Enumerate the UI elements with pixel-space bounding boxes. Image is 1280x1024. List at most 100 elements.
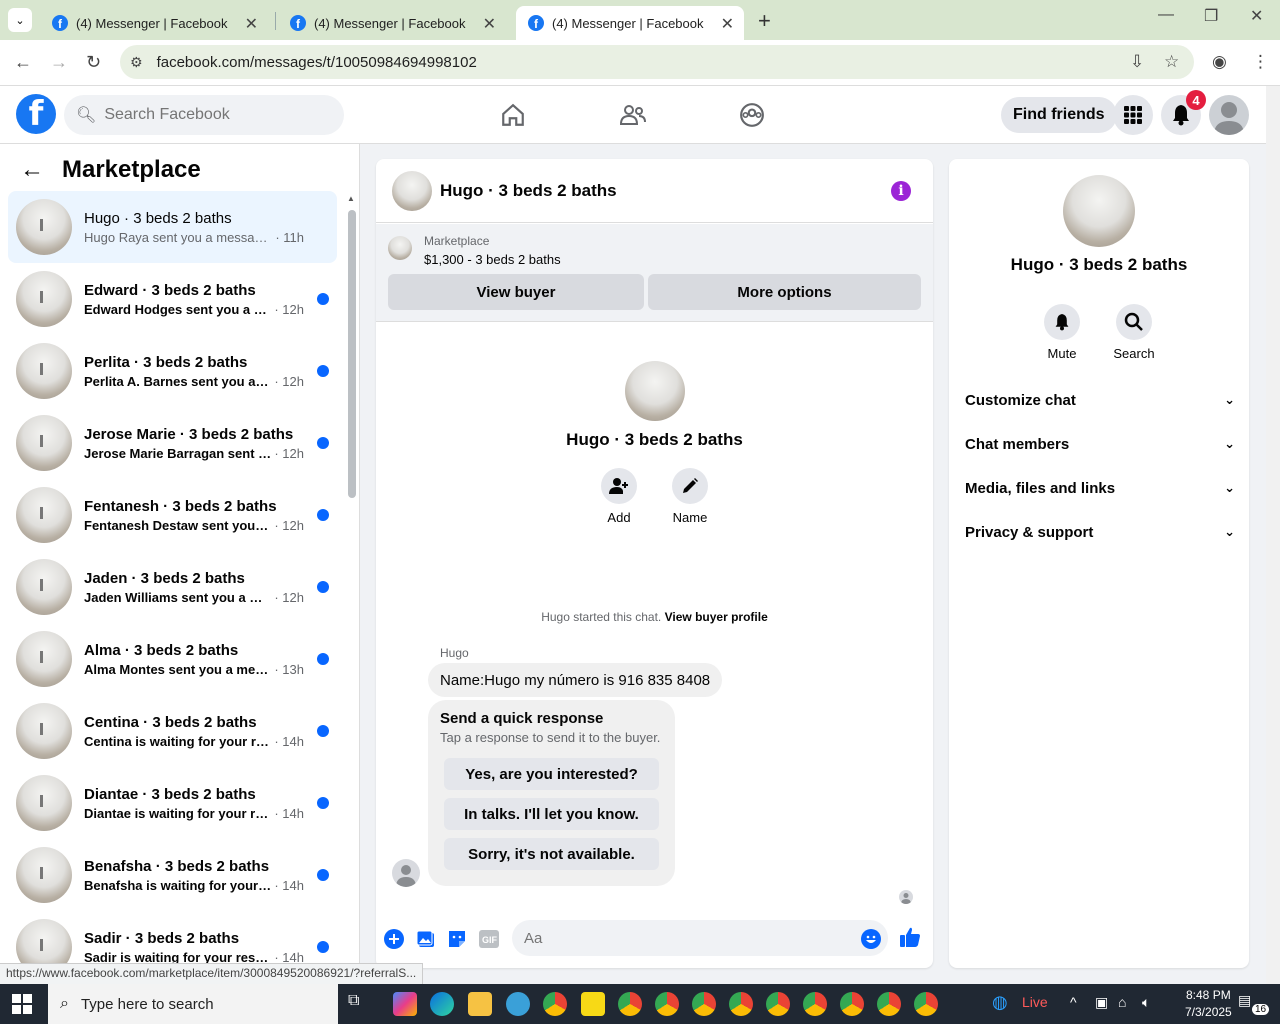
chrome-icon[interactable] — [803, 992, 827, 1016]
live-label[interactable]: Live — [1022, 994, 1048, 1010]
gif-icon[interactable]: GIF — [478, 928, 500, 950]
new-tab-icon[interactable]: + — [758, 8, 771, 34]
chat-members-section[interactable]: Chat members ⌄ — [965, 426, 1235, 462]
close-window-icon[interactable]: ✕ — [1250, 6, 1263, 26]
close-tab-icon[interactable]: ✕ — [483, 14, 496, 34]
home-icon[interactable] — [498, 100, 528, 130]
mute-button[interactable]: Mute — [1032, 304, 1092, 361]
search-input[interactable] — [104, 106, 325, 124]
customize-chat-section[interactable]: Customize chat ⌄ — [965, 382, 1235, 418]
listing-thumbnail[interactable] — [392, 170, 432, 211]
conversation-item[interactable]: Fentanesh · 3 beds 2 baths Fentanesh Dest… — [8, 479, 337, 551]
conversation-item[interactable]: Perlita · 3 beds 2 baths Perlita A. Barne… — [8, 335, 337, 407]
bookmark-star-icon[interactable]: ☆ — [1164, 52, 1179, 72]
plus-icon[interactable] — [383, 928, 405, 950]
app-icon[interactable] — [506, 992, 530, 1016]
browser-tab[interactable]: f (4) Messenger | Facebook ✕ — [278, 6, 506, 40]
search-button[interactable]: Search — [1104, 304, 1164, 361]
photo-icon[interactable] — [415, 928, 437, 950]
message-input[interactable] — [524, 929, 844, 947]
cricket-live-icon[interactable]: ◍ — [992, 992, 1008, 1013]
taskbar-search[interactable]: ⌕ Type here to search — [48, 984, 338, 1024]
list-scrollbar[interactable]: ▲ — [347, 194, 356, 980]
menu-grid-icon[interactable] — [1113, 95, 1153, 135]
quick-response-option[interactable]: Yes, are you interested? — [444, 758, 659, 790]
message-input-wrapper[interactable] — [512, 920, 888, 956]
tray-expand-icon[interactable]: ^ — [1070, 994, 1077, 1010]
chrome-icon[interactable] — [766, 992, 790, 1016]
media-files-links-section[interactable]: Media, files and links ⌄ — [965, 470, 1235, 506]
sticky-notes-icon[interactable] — [581, 992, 605, 1016]
view-buyer-profile-link[interactable]: View buyer profile — [665, 610, 768, 624]
conversation-item[interactable]: Hugo · 3 beds 2 baths Hugo Raya sent you … — [8, 191, 337, 263]
chrome-icon[interactable] — [877, 992, 901, 1016]
minimize-icon[interactable]: — — [1158, 6, 1174, 24]
conversation-item[interactable]: Jerose Marie · 3 beds 2 baths Jerose Mari… — [8, 407, 337, 479]
conversation-item[interactable]: Benafsha · 3 beds 2 baths Benafsha is wai… — [8, 839, 337, 911]
back-icon[interactable]: ← — [14, 52, 32, 73]
url-field[interactable]: ⚙ facebook.com/messages/t/10050984694998… — [120, 45, 1194, 79]
friends-icon[interactable] — [618, 100, 648, 130]
restore-icon[interactable]: ❐ — [1204, 6, 1218, 26]
chrome-icon[interactable] — [729, 992, 753, 1016]
quick-response-option[interactable]: Sorry, it's not available. — [444, 838, 659, 870]
chrome-icon[interactable] — [840, 992, 864, 1016]
chrome-icon[interactable] — [692, 992, 716, 1016]
browser-tab-active[interactable]: f (4) Messenger | Facebook ✕ — [516, 6, 744, 40]
chrome-icon[interactable] — [655, 992, 679, 1016]
close-tab-icon[interactable]: ✕ — [721, 14, 734, 34]
add-people-button[interactable]: Add — [589, 468, 649, 525]
task-view-icon[interactable]: ⧉ — [348, 992, 372, 1016]
meet-icon[interactable]: ▣ — [1095, 994, 1108, 1011]
forward-icon[interactable]: → — [50, 52, 68, 73]
tab-search-dropdown[interactable]: ⌄ — [8, 8, 32, 32]
edge-icon[interactable] — [430, 992, 454, 1016]
info-icon[interactable]: i — [891, 181, 911, 201]
groups-icon[interactable] — [737, 100, 767, 130]
page-scrollbar[interactable] — [1266, 86, 1280, 984]
chrome-icon[interactable] — [914, 992, 938, 1016]
listing-price[interactable]: $1,300 - 3 beds 2 baths — [424, 252, 561, 267]
back-arrow-icon[interactable]: ← — [20, 156, 44, 184]
quick-response-option[interactable]: In talks. I'll let you know. — [444, 798, 659, 830]
more-options-button[interactable]: More options — [648, 274, 921, 310]
avatar[interactable] — [1209, 95, 1249, 135]
install-app-icon[interactable]: ⇩ — [1130, 52, 1144, 72]
emoji-icon[interactable] — [860, 928, 882, 950]
conversation-item[interactable]: Diantae · 3 beds 2 baths Diantae is waiti… — [8, 767, 337, 839]
message-bubble[interactable]: Name:Hugo my número is 916 835 8408 — [428, 663, 723, 697]
network-icon[interactable]: ⌂ — [1118, 994, 1126, 1010]
menu-dots-icon[interactable]: ⋮ — [1252, 52, 1269, 72]
site-info-icon[interactable]: ⚙ — [130, 54, 143, 71]
conversation-item[interactable]: Centina · 3 beds 2 baths Centina is waiti… — [8, 695, 337, 767]
view-buyer-button[interactable]: View buyer — [388, 274, 644, 310]
windows-start-icon[interactable] — [12, 994, 32, 1014]
profile-icon[interactable]: ◉ — [1212, 52, 1227, 72]
conversation-item[interactable]: Edward · 3 beds 2 baths Edward Hodges sen… — [8, 263, 337, 335]
chrome-icon[interactable] — [543, 992, 567, 1016]
close-tab-icon[interactable]: ✕ — [245, 14, 258, 34]
notification-center-icon[interactable]: ▤ — [1238, 992, 1251, 1009]
chrome-icon[interactable] — [618, 992, 642, 1016]
reload-icon[interactable]: ↻ — [86, 52, 101, 73]
unread-dot — [317, 581, 329, 593]
conversation-item[interactable]: Jaden · 3 beds 2 baths Jaden Williams sen… — [8, 551, 337, 623]
status-link-preview: https://www.facebook.com/marketplace/ite… — [0, 963, 424, 984]
volume-icon[interactable]: 🔈︎ — [1142, 994, 1150, 1011]
like-icon[interactable] — [899, 926, 921, 948]
copilot-icon[interactable] — [393, 992, 417, 1016]
edit-name-button[interactable]: Name — [660, 468, 720, 525]
conversation-item[interactable]: Alma · 3 beds 2 baths Alma Montes sent yo… — [8, 623, 337, 695]
listing-thumbnail — [16, 847, 72, 903]
privacy-support-section[interactable]: Privacy & support ⌄ — [965, 514, 1235, 550]
file-explorer-icon[interactable] — [468, 992, 492, 1016]
chat-title[interactable]: Hugo · 3 beds 2 baths — [440, 181, 617, 201]
scroll-up-icon[interactable]: ▲ — [347, 194, 355, 203]
facebook-logo[interactable]: f — [16, 94, 56, 134]
find-friends-button[interactable]: Find friends — [1001, 97, 1117, 133]
sender-avatar — [392, 859, 420, 887]
facebook-search[interactable]: 🔍︎ — [64, 95, 344, 135]
sticker-icon[interactable] — [446, 928, 468, 950]
taskbar-clock[interactable]: 8:48 PM 7/3/2025 — [1185, 987, 1232, 1021]
browser-tab[interactable]: f (4) Messenger | Facebook ✕ — [40, 6, 268, 40]
